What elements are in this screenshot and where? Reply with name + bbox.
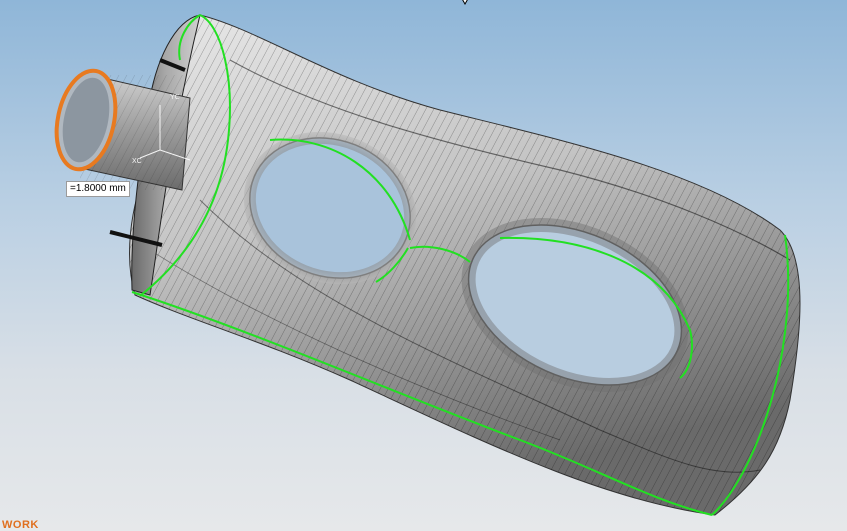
cursor-arrow-icon <box>462 0 468 5</box>
dimension-readout[interactable]: =1.8000 mm <box>66 181 130 197</box>
part-body[interactable] <box>100 0 820 531</box>
work-layer-label: WORK <box>2 519 39 531</box>
graphics-viewport[interactable]: YC XC =1.8000 mm WORK <box>0 0 847 531</box>
model-scene[interactable]: YC XC <box>0 0 847 531</box>
triad-label-xc: XC <box>132 158 142 165</box>
triad-label-yc: YC <box>170 94 180 101</box>
